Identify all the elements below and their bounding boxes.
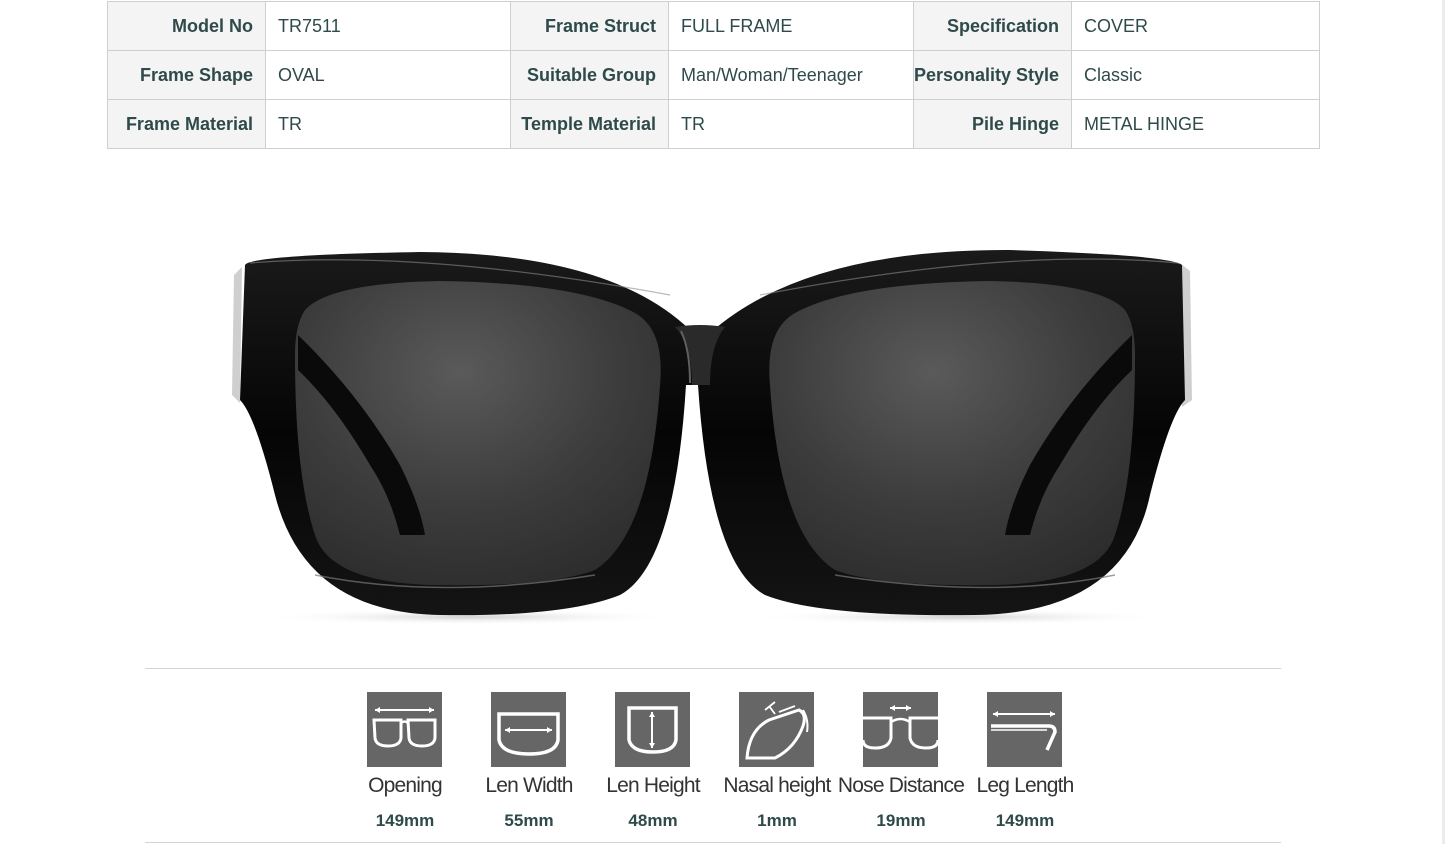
- nasal-height-icon: [739, 692, 814, 767]
- spec-key: Frame Shape: [107, 50, 266, 100]
- measure-len-height: Len Height 48mm: [588, 690, 718, 835]
- spec-key: Frame Material: [107, 99, 266, 149]
- spec-value: TR7511: [265, 1, 511, 51]
- spec-row: Model No TR7511 Frame Struct FULL FRAME …: [107, 1, 1320, 51]
- measure-value: 19mm: [876, 811, 926, 830]
- spec-row: Frame Shape OVAL Suitable Group Man/Woma…: [107, 50, 1320, 100]
- measure-value: 48mm: [628, 811, 678, 830]
- measurements-row: Opening 149mm Len Width 55mm Len Height …: [340, 690, 1100, 835]
- leg-length-icon: [987, 692, 1062, 767]
- spec-value: COVER: [1071, 1, 1320, 51]
- spec-key: Model No: [107, 1, 266, 51]
- measure-value: 1mm: [757, 811, 797, 830]
- measure-value: 55mm: [504, 811, 554, 830]
- measure-value: 149mm: [995, 811, 1055, 830]
- spec-value: OVAL: [265, 50, 511, 100]
- spec-value: FULL FRAME: [668, 1, 914, 51]
- measure-leg-length: Leg Length 149mm: [960, 690, 1090, 835]
- sunglasses-image: [232, 249, 1192, 625]
- frame-opening-icon: [367, 692, 442, 767]
- measure-nasal-height: Nasal height 1mm: [712, 690, 842, 835]
- product-image: [220, 235, 1210, 635]
- measure-value: 149mm: [375, 811, 435, 830]
- measure-len-width: Len Width 55mm: [464, 690, 594, 835]
- spec-value: TR: [668, 99, 914, 149]
- spec-key: Frame Struct: [510, 1, 669, 51]
- divider-top: [145, 668, 1281, 669]
- spec-key: Suitable Group: [510, 50, 669, 100]
- spec-key: Temple Material: [510, 99, 669, 149]
- spec-key: Personality Style: [913, 50, 1072, 100]
- spec-row: Frame Material TR Temple Material TR Pil…: [107, 99, 1320, 149]
- spec-value: TR: [265, 99, 511, 149]
- nose-distance-icon: [863, 692, 938, 767]
- spec-key: Specification: [913, 1, 1072, 51]
- spec-value: Classic: [1071, 50, 1320, 100]
- lens-width-icon: [491, 692, 566, 767]
- measure-label: Leg Length: [976, 774, 1074, 797]
- spec-table: Model No TR7511 Frame Struct FULL FRAME …: [107, 1, 1320, 149]
- measure-opening: Opening 149mm: [340, 690, 470, 835]
- spec-value: METAL HINGE: [1071, 99, 1320, 149]
- lens-height-icon: [615, 692, 690, 767]
- spec-key: Pile Hinge: [913, 99, 1072, 149]
- measure-nose-distance: Nose Distance 19mm: [836, 690, 966, 835]
- spec-value: Man/Woman/Teenager: [668, 50, 914, 100]
- divider-bottom: [145, 842, 1281, 843]
